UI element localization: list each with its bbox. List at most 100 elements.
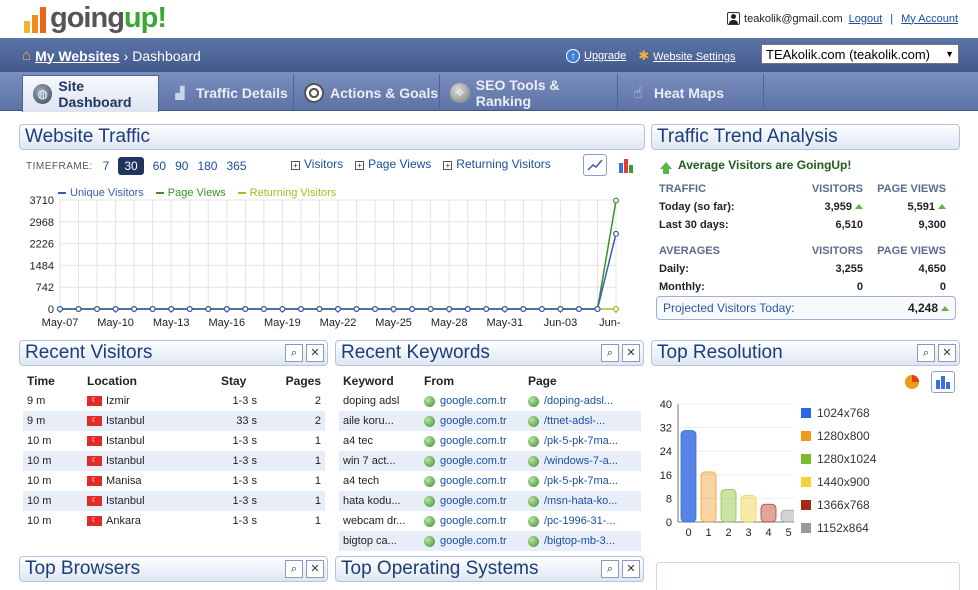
timeframe-90[interactable]: 90	[175, 159, 188, 173]
table-row: doping adsl google.com.tr/doping-adsl...	[339, 391, 641, 411]
bar-chart-icon	[936, 376, 950, 389]
x-tick-label: Jun-06	[599, 317, 620, 329]
goingup-message: Average Visitors are GoingUp!	[660, 158, 960, 174]
toggle-returning-visitors[interactable]: + Returning Visitors	[443, 157, 551, 171]
keyword-from[interactable]: google.com.tr	[420, 391, 524, 411]
magnifier-icon[interactable]: ⌕	[285, 344, 303, 362]
visitor-time: 10 m	[23, 451, 83, 471]
my-account-link[interactable]: My Account	[901, 13, 958, 25]
tab-actions-goals[interactable]: Actions & Goals	[294, 74, 440, 111]
table-row: a4 tec google.com.tr/pk-5-pk-7ma...	[339, 431, 641, 451]
close-icon[interactable]: ✕	[622, 344, 640, 362]
close-icon[interactable]: ✕	[938, 344, 956, 362]
goingup-logo[interactable]: goingup!	[24, 2, 167, 34]
main-tabs: ◍ Site Dashboard ▟ Traffic Details Actio…	[0, 72, 978, 112]
timeframe-365[interactable]: 365	[226, 159, 246, 173]
turkey-flag-icon: ☾	[87, 416, 102, 427]
breadcrumb-my-websites[interactable]: My Websites	[35, 48, 120, 64]
upgrade-link[interactable]: ↑ Upgrade	[566, 49, 626, 63]
close-icon[interactable]: ✕	[622, 560, 640, 578]
toggle-page-views[interactable]: + Page Views	[355, 157, 431, 171]
timeframe-30[interactable]: 30	[118, 157, 144, 175]
plus-box-icon: +	[443, 161, 453, 170]
keyword-page[interactable]: /ttnet-adsl-...	[524, 411, 641, 431]
tab-heat-maps[interactable]: ☝ Heat Maps	[618, 74, 764, 111]
keyword-text: bigtop ca...	[339, 531, 420, 551]
logo-text-up: up!	[123, 2, 167, 34]
col-page: Page	[528, 374, 557, 388]
keyword-page[interactable]: /pk-5-pk-7ma...	[524, 431, 641, 451]
keyword-from[interactable]: google.com.tr	[420, 431, 524, 451]
tab-site-dashboard[interactable]: ◍ Site Dashboard	[22, 75, 159, 112]
tab-seo-tools-ranking[interactable]: ✧ SEO Tools & Ranking	[440, 74, 618, 111]
pie-chart-button[interactable]	[902, 372, 922, 392]
globe-icon: ◍	[33, 84, 53, 104]
keyword-page[interactable]: /doping-adsl...	[524, 391, 641, 411]
bar-chart-button[interactable]	[615, 154, 639, 176]
resolution-bar-chart-button[interactable]	[931, 371, 955, 393]
res-x-tick-label: 3	[745, 527, 751, 539]
keyword-text: webcam dr...	[343, 515, 406, 527]
toggle-visitors[interactable]: + Visitors	[291, 157, 343, 171]
traffic-line-chart: 0 742 1484 2226 2968 3710 May-07 May-10 May-13 Ma…	[30, 195, 620, 329]
google-globe-icon	[424, 495, 435, 507]
legend-swatch	[801, 430, 811, 441]
home-icon[interactable]: ⌂	[22, 47, 31, 64]
tab-traffic-details[interactable]: ▟ Traffic Details	[160, 74, 294, 111]
timeframe-7[interactable]: 7	[103, 159, 110, 173]
keyword-from[interactable]: google.com.tr	[420, 511, 524, 531]
res-bar	[700, 471, 717, 523]
data-point	[131, 305, 138, 312]
line-chart-button[interactable]	[583, 154, 607, 176]
timeframe-180[interactable]: 180	[197, 159, 217, 173]
keyword-from[interactable]: google.com.tr	[420, 531, 524, 551]
magnifier-icon[interactable]: ⌕	[601, 344, 619, 362]
visitor-stay: 1-3 s	[232, 475, 257, 487]
visitor-location: ☾ Istanbul	[83, 491, 217, 511]
keyword-page[interactable]: /windows-7-a...	[524, 451, 641, 471]
cursor-icon: ☝	[633, 84, 643, 102]
logout-link[interactable]: Logout	[849, 13, 883, 25]
magnifier-icon[interactable]: ⌕	[917, 344, 935, 362]
legend-swatch	[801, 499, 811, 510]
up-arrow-icon	[938, 204, 946, 209]
turkey-flag-icon: ☾	[87, 496, 102, 507]
legend-swatch	[801, 407, 811, 418]
data-point	[612, 197, 619, 204]
keyword-page[interactable]: /bigtop-mb-3...	[524, 531, 641, 551]
table-row: 10 m ☾ Ankara 1-3 s 1	[23, 511, 325, 531]
table-row: 10 m ☾ Istanbul 1-3 s1	[23, 491, 325, 511]
empty-panel-body	[656, 562, 960, 590]
keyword-from[interactable]: google.com.tr	[420, 491, 524, 511]
google-globe-icon	[424, 435, 435, 447]
page-globe-icon	[528, 455, 539, 467]
turkey-flag-icon: ☾	[87, 436, 102, 447]
magnifier-icon[interactable]: ⌕	[601, 560, 619, 578]
data-point	[149, 305, 156, 312]
res-x-tick-label: 5	[785, 527, 791, 539]
series-toggles: + Visitors + Page Views + Returning Visitor…	[291, 157, 551, 171]
table-row: 10 m ☾ Istanbul 1-3 s1	[23, 431, 325, 451]
keyword-page[interactable]: /pc-1996-31-...	[524, 511, 641, 531]
keyword-page[interactable]: /msn-hata-ko...	[524, 491, 641, 511]
data-point	[168, 305, 175, 312]
website-settings-link[interactable]: ✱ Website Settings	[638, 48, 735, 64]
traffic-trend-body: Average Visitors are GoingUp! TRAFFIC VIS…	[656, 158, 960, 296]
keyword-page[interactable]: /pk-5-pk-7ma...	[524, 471, 641, 491]
close-icon[interactable]: ✕	[306, 344, 324, 362]
res-y-tick-label: 24	[660, 446, 672, 458]
y-tick-label: 2226	[30, 239, 54, 251]
timeframe-60[interactable]: 60	[153, 159, 166, 173]
magnifier-icon[interactable]: ⌕	[285, 560, 303, 578]
site-select[interactable]: TEAkolik.com (teakolik.com) ▼	[761, 44, 959, 64]
recent-keywords-title: Recent Keywords	[341, 342, 490, 363]
tab-label: Site Dashboard	[58, 78, 132, 110]
close-icon[interactable]: ✕	[306, 560, 324, 578]
legend-swatch	[801, 453, 811, 464]
keyword-from[interactable]: google.com.tr	[420, 451, 524, 471]
page-globe-icon	[528, 435, 539, 447]
projected-visitors-box: Projected Visitors Today: 4,248	[656, 296, 956, 320]
keyword-from[interactable]: google.com.tr	[420, 411, 524, 431]
keyword-from[interactable]: google.com.tr	[420, 471, 524, 491]
top-os-title: Top Operating Systems	[341, 558, 539, 579]
